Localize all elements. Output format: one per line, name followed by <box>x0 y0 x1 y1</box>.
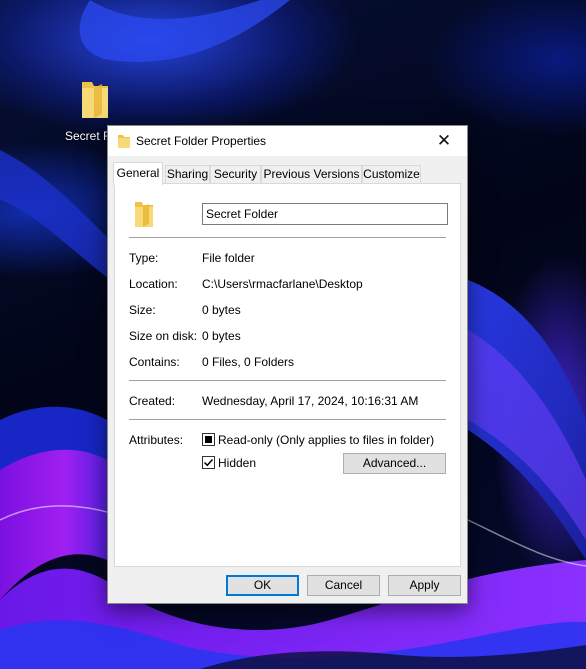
tab-security-label: Security <box>213 167 258 181</box>
properties-window: Secret Folder Properties ✕ General Shari… <box>107 125 468 604</box>
desktop-icon-label: Secret F <box>65 129 111 143</box>
created-label: Created: <box>129 394 176 408</box>
advanced-button[interactable]: Advanced... <box>343 453 446 474</box>
folder-icon <box>80 78 110 123</box>
tab-security[interactable]: Security <box>210 165 261 184</box>
type-value: File folder <box>202 251 255 265</box>
location-label: Location: <box>129 277 178 291</box>
location-value: C:\Users\rmacfarlane\Desktop <box>202 277 363 291</box>
size-on-disk-label: Size on disk: <box>129 329 198 343</box>
checkmark-icon <box>203 458 214 467</box>
tab-customize[interactable]: Customize <box>362 165 421 184</box>
ok-button[interactable]: OK <box>226 575 299 596</box>
title-bar[interactable]: Secret Folder Properties ✕ <box>108 126 467 156</box>
cancel-button[interactable]: Cancel <box>307 575 380 596</box>
readonly-checkbox[interactable] <box>202 433 215 446</box>
tab-customize-label: Customize <box>363 167 420 181</box>
separator <box>129 419 446 420</box>
tab-general-label: General <box>116 166 160 180</box>
hidden-label[interactable]: Hidden <box>218 456 256 470</box>
size-value: 0 bytes <box>202 303 241 317</box>
hidden-checkbox[interactable] <box>202 456 215 469</box>
type-label: Type: <box>129 251 159 265</box>
separator <box>129 380 446 381</box>
tab-strip: General Sharing Security Previous Versio… <box>113 162 453 185</box>
tab-general[interactable]: General <box>113 162 163 185</box>
contains-value: 0 Files, 0 Folders <box>202 355 295 369</box>
folder-icon <box>117 133 131 152</box>
size-on-disk-value: 0 bytes <box>202 329 241 343</box>
attributes-label: Attributes: <box>129 433 184 447</box>
contains-label: Contains: <box>129 355 180 369</box>
close-icon: ✕ <box>436 131 452 150</box>
size-label: Size: <box>129 303 156 317</box>
tab-previous-versions[interactable]: Previous Versions <box>261 165 362 184</box>
checkbox-indeterminate-icon <box>205 436 212 443</box>
tab-sharing[interactable]: Sharing <box>165 165 210 184</box>
tab-previous-versions-label: Previous Versions <box>263 167 360 181</box>
close-button[interactable]: ✕ <box>421 126 467 156</box>
readonly-label[interactable]: Read-only (Only applies to files in fold… <box>218 433 434 447</box>
separator <box>129 237 446 238</box>
window-title: Secret Folder Properties <box>136 134 267 148</box>
folder-icon <box>133 199 155 232</box>
tab-sharing-label: Sharing <box>166 167 209 181</box>
created-value: Wednesday, April 17, 2024, 10:16:31 AM <box>202 394 419 408</box>
folder-name-field[interactable]: Secret Folder <box>202 203 448 225</box>
general-tab-panel: Secret Folder Type: File folder Location… <box>114 183 461 567</box>
apply-button[interactable]: Apply <box>388 575 461 596</box>
